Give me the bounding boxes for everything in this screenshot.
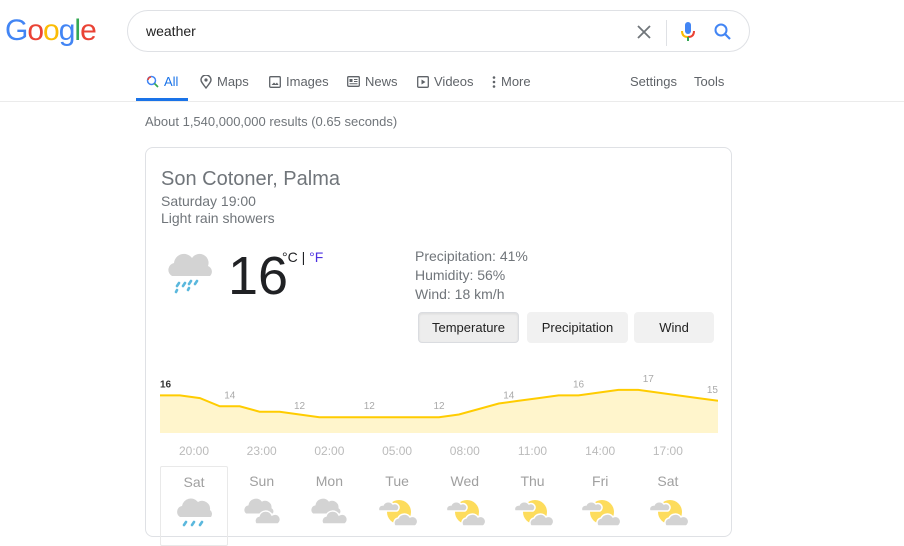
precipitation-button[interactable]: Precipitation — [527, 312, 628, 343]
weather-condition: Light rain showers — [161, 210, 275, 226]
data-label: 16 — [160, 379, 172, 390]
image-icon — [269, 75, 281, 88]
forecast-day[interactable]: Fri — [566, 466, 634, 546]
active-tab-indicator — [136, 98, 188, 101]
news-icon — [347, 76, 360, 87]
humidity-value: Humidity: 56% — [415, 267, 506, 283]
search-icon[interactable] — [713, 22, 733, 42]
logo-letter: o — [27, 14, 44, 47]
google-logo[interactable]: Google — [5, 14, 97, 48]
x-tick-label: 17:00 — [652, 444, 683, 458]
forecast-day[interactable]: Tue — [363, 466, 431, 546]
forecast-day[interactable]: Sun — [228, 466, 296, 546]
tab-images[interactable]: Images — [269, 74, 329, 89]
temperature-button[interactable]: Temperature — [418, 312, 519, 343]
settings-label: Settings — [630, 74, 677, 89]
x-tick-label: 20:00 — [178, 444, 210, 458]
tab-more-label: More — [501, 74, 531, 89]
forecast-day-name: Wed — [450, 473, 480, 489]
weather-card: Son Cotoner, Palma Saturday 19:00 Light … — [145, 147, 732, 546]
tools-label: Tools — [694, 74, 725, 89]
tab-maps-label: Maps — [217, 74, 249, 89]
video-icon — [417, 75, 429, 88]
data-label: 12 — [433, 401, 445, 412]
unit-toggle: °C | °F — [282, 249, 323, 265]
tab-news[interactable]: News — [347, 74, 398, 89]
map-pin-icon — [200, 74, 212, 89]
forecast-day[interactable]: Thu — [499, 466, 567, 546]
celsius-toggle[interactable]: °C — [282, 249, 298, 265]
data-label: 17 — [643, 374, 655, 385]
forecast-day-name: Fri — [592, 473, 609, 489]
forecast-day[interactable]: Wed — [431, 466, 499, 546]
search-box-divider — [666, 20, 667, 46]
tab-all[interactable]: All — [146, 74, 178, 89]
tools-link[interactable]: Tools — [694, 74, 724, 89]
x-tick-label: 08:00 — [449, 444, 480, 458]
tab-maps[interactable]: Maps — [200, 74, 249, 89]
forecast-day-name: Sat — [657, 473, 679, 489]
forecast-day[interactable]: Sat — [634, 466, 702, 546]
tab-more[interactable]: More — [492, 74, 531, 89]
forecast-day[interactable]: Mon — [295, 466, 363, 546]
logo-letter: e — [80, 14, 97, 47]
x-tick-label: 05:00 — [382, 444, 413, 458]
current-temperature: 16 — [228, 246, 289, 306]
forecast-day-name: Sat — [183, 474, 205, 490]
forecast-day-name: Sun — [249, 473, 275, 489]
x-tick-label: 23:00 — [246, 444, 277, 458]
daily-forecast: Sat Sun Mon Tue Wed Thu Fri Sat — [160, 466, 730, 546]
x-tick-label: 14:00 — [585, 444, 616, 458]
chart-x-axis: 20:00 23:00 02:00 05:00 08:00 11:00 14:00 17:00 — [160, 444, 718, 460]
settings-link[interactable]: Settings — [630, 74, 677, 89]
fahrenheit-toggle[interactable]: °F — [309, 249, 323, 265]
rain-cloud-icon — [164, 248, 216, 296]
tab-videos-label: Videos — [434, 74, 474, 89]
forecast-day[interactable]: Sat — [160, 466, 228, 546]
unit-separator: | — [297, 249, 310, 265]
logo-letter: G — [5, 14, 28, 47]
more-vertical-icon — [492, 75, 496, 88]
data-label: 12 — [364, 401, 376, 412]
tab-videos[interactable]: Videos — [417, 74, 474, 89]
tab-all-label: All — [164, 74, 179, 89]
x-tick-label: 02:00 — [314, 444, 345, 458]
search-box — [127, 10, 750, 52]
weather-datetime: Saturday 19:00 — [161, 193, 256, 209]
logo-letter: o — [43, 14, 60, 47]
data-label: 12 — [294, 401, 306, 412]
close-icon[interactable] — [634, 22, 654, 42]
tab-images-label: Images — [286, 74, 329, 89]
microphone-icon[interactable] — [678, 21, 698, 43]
search-tabs: All Maps Images News Videos More Setting… — [0, 62, 904, 102]
x-tick-label: 11:00 — [517, 444, 548, 458]
data-label: 14 — [224, 390, 236, 401]
wind-value: Wind: 18 km/h — [415, 286, 505, 302]
data-label: 14 — [503, 390, 515, 401]
search-icon — [146, 75, 159, 88]
forecast-day-name: Thu — [520, 473, 545, 489]
tab-news-label: News — [365, 74, 398, 89]
data-label: 15 — [707, 385, 718, 396]
forecast-day-name: Tue — [385, 473, 409, 489]
data-label: 16 — [573, 379, 585, 390]
wind-button[interactable]: Wind — [634, 312, 714, 343]
result-stats: About 1,540,000,000 results (0.65 second… — [145, 114, 398, 129]
logo-letter: g — [58, 14, 76, 47]
weather-location[interactable]: Son Cotoner, Palma — [161, 168, 340, 191]
weather-details: Precipitation: 41% Humidity: 56% Wind: 1… — [415, 247, 528, 304]
search-input[interactable] — [146, 20, 626, 42]
precipitation-value: Precipitation: 41% — [415, 248, 528, 264]
forecast-day-name: Mon — [315, 473, 343, 489]
